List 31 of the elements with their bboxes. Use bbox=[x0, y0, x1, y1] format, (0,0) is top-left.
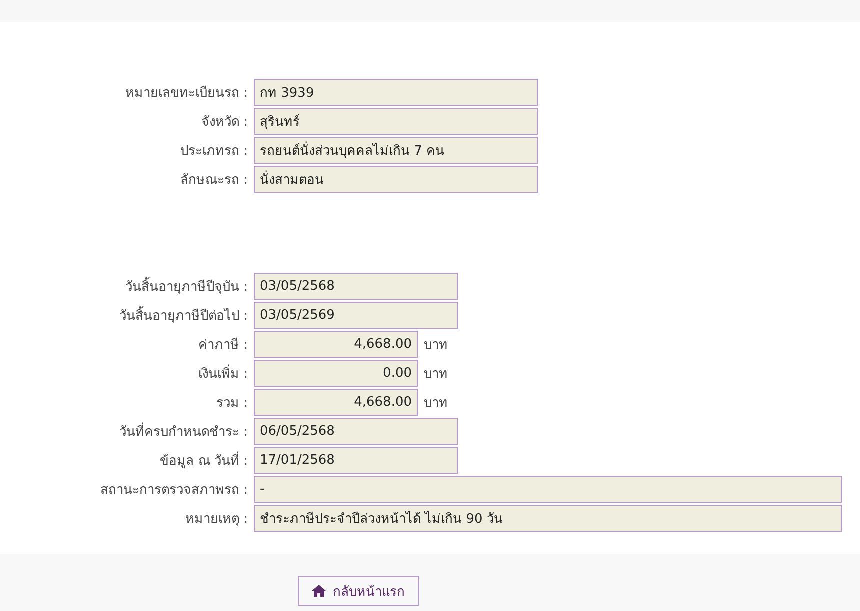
value-field: 4,668.00 bbox=[254, 389, 418, 416]
value-field: 06/05/2568 bbox=[254, 418, 458, 445]
home-icon bbox=[312, 585, 326, 597]
value-field: 03/05/2568 bbox=[254, 273, 458, 300]
unit-label: บาท bbox=[424, 395, 448, 413]
value-field: 0.00 bbox=[254, 360, 418, 387]
field-label: ค่าภาษี : bbox=[197, 336, 248, 355]
field-label: วันสิ้นอายุภาษีปีต่อไป : bbox=[0, 305, 248, 326]
value-field: 4,668.00 bbox=[254, 331, 418, 358]
home-button[interactable]: กลับหน้าแรก bbox=[298, 576, 419, 606]
value-field: รถยนต์นั่งส่วนบุคคลไม่เกิน 7 คน bbox=[254, 137, 538, 164]
value-field: 03/05/2569 bbox=[254, 302, 458, 329]
field-label: ประเภทรถ : bbox=[179, 143, 248, 161]
unit-label: บาท bbox=[424, 337, 448, 355]
value-field: สุรินทร์ bbox=[254, 108, 538, 135]
unit-label: บาท bbox=[424, 366, 448, 384]
field-label: ลักษณะรถ : bbox=[179, 172, 248, 190]
value-field: 17/01/2568 bbox=[254, 447, 458, 474]
field-label: หมายเลขทะเบียนรถ : bbox=[124, 84, 248, 103]
field-label: สถานะการตรวจสภาพรถ : bbox=[99, 482, 248, 500]
value-field: นั่งสามตอน bbox=[254, 166, 538, 193]
field-label: ข้อมูล ณ วันที่ : bbox=[0, 450, 248, 471]
field-label: เงินเพิ่ม : bbox=[0, 363, 248, 384]
value-field: ชำระภาษีประจำปีล่วงหน้าได้ ไม่เกิน 90 วัน bbox=[254, 505, 842, 532]
field-label: วันที่ครบกำหนดชำระ : bbox=[0, 421, 248, 442]
value-field: กท 3939 bbox=[254, 79, 538, 106]
field-label: รวม : bbox=[215, 395, 248, 413]
field-label: วันสิ้นอายุภาษีปีจุบัน : bbox=[0, 276, 248, 297]
value-field: - bbox=[254, 476, 842, 503]
field-label: หมายเหตุ : bbox=[184, 511, 248, 529]
field-label: จังหวัด : bbox=[200, 114, 248, 132]
